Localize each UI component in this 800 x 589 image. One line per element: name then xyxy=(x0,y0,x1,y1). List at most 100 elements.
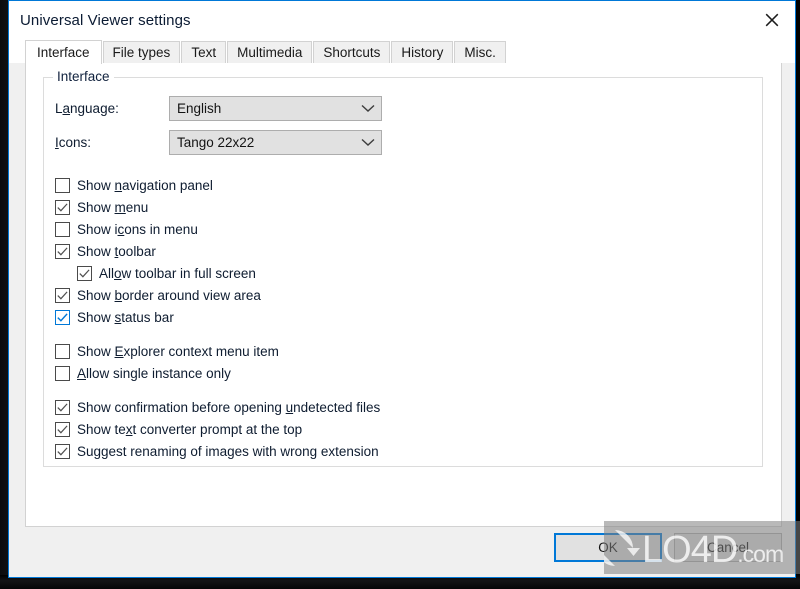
checkbox-show-toolbar[interactable]: Show toolbar xyxy=(55,240,156,262)
label-post: tatus bar xyxy=(121,309,174,325)
label-accel: o xyxy=(114,265,122,281)
checkbox-label: Allow single instance only xyxy=(77,366,231,381)
label-accel: b xyxy=(114,287,123,303)
checkbox-label: Suggest renaming of images with wrong ex… xyxy=(77,444,379,459)
language-value: English xyxy=(177,101,222,116)
checkbox-show-menu[interactable]: Show menu xyxy=(55,196,148,218)
label-pre: Show xyxy=(77,309,115,325)
checkbox-label: Show text converter prompt at the top xyxy=(77,422,302,437)
dialog-footer: OK Cancel xyxy=(9,527,795,577)
tab-multimedia[interactable]: Multimedia xyxy=(227,41,313,63)
checkbox-label: Show confirmation before opening undetec… xyxy=(77,400,380,415)
check-icon xyxy=(57,312,68,322)
check-icon xyxy=(57,246,68,256)
checkbox-show-icons-in-menu[interactable]: Show icons in menu xyxy=(55,218,198,240)
label-post: gest renaming of images with wrong exten… xyxy=(101,443,379,459)
checkbox-box xyxy=(55,199,70,215)
icons-row: Icons: Tango 22x22 xyxy=(55,130,382,155)
label-pre: Show xyxy=(77,243,115,259)
label-post: ndetected files xyxy=(293,399,381,415)
tab-history[interactable]: History xyxy=(391,41,454,63)
checkbox-box xyxy=(55,343,70,359)
label-post: t converter prompt at the top xyxy=(132,421,303,437)
checkbox-label: Show Explorer context menu item xyxy=(77,344,279,359)
checkbox-label: Allow toolbar in full screen xyxy=(99,266,256,281)
checkbox-show-text-converter-prompt-at-the-top[interactable]: Show text converter prompt at the top xyxy=(55,418,302,440)
tab-page-interface: Interface Language: English Icons: Tango… xyxy=(25,62,782,527)
tab-misc[interactable]: Misc. xyxy=(454,41,506,63)
tab-file-types[interactable]: File types xyxy=(102,41,181,63)
tab-interface[interactable]: Interface xyxy=(25,40,102,64)
checkbox-show-confirmation-before-opening-undetected-files[interactable]: Show confirmation before opening undetec… xyxy=(55,396,380,418)
label-accel: m xyxy=(114,199,126,215)
language-combobox[interactable]: English xyxy=(169,96,382,121)
language-label-accel: a xyxy=(62,101,71,116)
tab-shortcuts[interactable]: Shortcuts xyxy=(313,41,391,63)
label-pre: Show xyxy=(77,343,115,359)
label-post: order around view area xyxy=(122,287,261,303)
tab-text[interactable]: Text xyxy=(181,41,227,63)
language-label: Language: xyxy=(55,101,169,116)
checkbox-label: Show status bar xyxy=(77,310,174,325)
checkbox-box xyxy=(55,221,70,237)
checkbox-box xyxy=(55,309,70,325)
interface-groupbox-label: Interface xyxy=(53,69,114,84)
checkbox-label: Show icons in menu xyxy=(77,222,198,237)
checkbox-show-status-bar[interactable]: Show status bar xyxy=(55,306,174,328)
window-title: Universal Viewer settings xyxy=(20,11,191,29)
check-icon xyxy=(79,268,90,278)
chevron-down-icon xyxy=(355,104,381,113)
cancel-button[interactable]: Cancel xyxy=(674,533,782,562)
check-icon xyxy=(57,424,68,434)
check-icon xyxy=(57,446,68,456)
label-post: xplorer context menu item xyxy=(123,343,279,359)
checkbox-show-border-around-view-area[interactable]: Show border around view area xyxy=(55,284,261,306)
checkbox-box xyxy=(55,177,70,193)
icons-label: Icons: xyxy=(55,135,169,150)
checkbox-show-explorer-context-menu-item[interactable]: Show Explorer context menu item xyxy=(55,340,279,362)
label-pre: Show xyxy=(77,199,115,215)
checkbox-box xyxy=(55,243,70,259)
checkbox-box xyxy=(55,365,70,381)
checkbox-box xyxy=(55,287,70,303)
check-icon xyxy=(57,202,68,212)
label-pre: All xyxy=(99,265,115,281)
language-row: Language: English xyxy=(55,96,382,121)
close-button[interactable] xyxy=(749,1,795,39)
label-pre: Show te xyxy=(77,421,126,437)
label-pre: Su xyxy=(77,443,94,459)
checkbox-allow-single-instance-only[interactable]: Allow single instance only xyxy=(55,362,231,384)
icons-combobox[interactable]: Tango 22x22 xyxy=(169,130,382,155)
checkbox-label: Show navigation panel xyxy=(77,178,213,193)
title-bar: Universal Viewer settings xyxy=(9,1,795,39)
label-accel: x xyxy=(125,421,133,437)
checkbox-show-navigation-panel[interactable]: Show navigation panel xyxy=(55,174,213,196)
chevron-down-icon xyxy=(355,138,381,147)
label-accel: n xyxy=(114,177,123,193)
checkbox-box xyxy=(77,265,92,281)
label-accel: A xyxy=(77,365,87,381)
checkbox-suggest-renaming-of-images-with-wrong-extension[interactable]: Suggest renaming of images with wrong ex… xyxy=(55,440,379,462)
label-post: oolbar xyxy=(118,243,156,259)
label-post: w toolbar in full screen xyxy=(121,265,256,281)
label-accel: E xyxy=(114,343,124,359)
checkbox-allow-toolbar-in-full-screen[interactable]: Allow toolbar in full screen xyxy=(77,262,256,284)
checkbox-label: Show toolbar xyxy=(77,244,156,259)
label-post: enu xyxy=(125,199,149,215)
ok-button[interactable]: OK xyxy=(554,533,662,562)
label-pre: Show xyxy=(77,287,115,303)
label-post: llow single instance only xyxy=(86,365,231,381)
label-post: avigation panel xyxy=(122,177,213,193)
checkbox-box xyxy=(55,421,70,437)
language-label-pre: L xyxy=(55,101,63,116)
label-pre: Show xyxy=(77,177,115,193)
checkbox-label: Show menu xyxy=(77,200,148,215)
interface-groupbox: Interface Language: English Icons: Tango… xyxy=(43,69,763,467)
label-accel: g xyxy=(93,443,102,459)
settings-dialog: Universal Viewer settings Interface File… xyxy=(8,0,796,578)
check-icon xyxy=(57,402,68,412)
checkbox-box xyxy=(55,399,70,415)
icons-value: Tango 22x22 xyxy=(177,135,255,150)
tab-strip: Interface File types Text Multimedia Sho… xyxy=(9,39,795,64)
label-pre: Show i xyxy=(77,221,118,237)
